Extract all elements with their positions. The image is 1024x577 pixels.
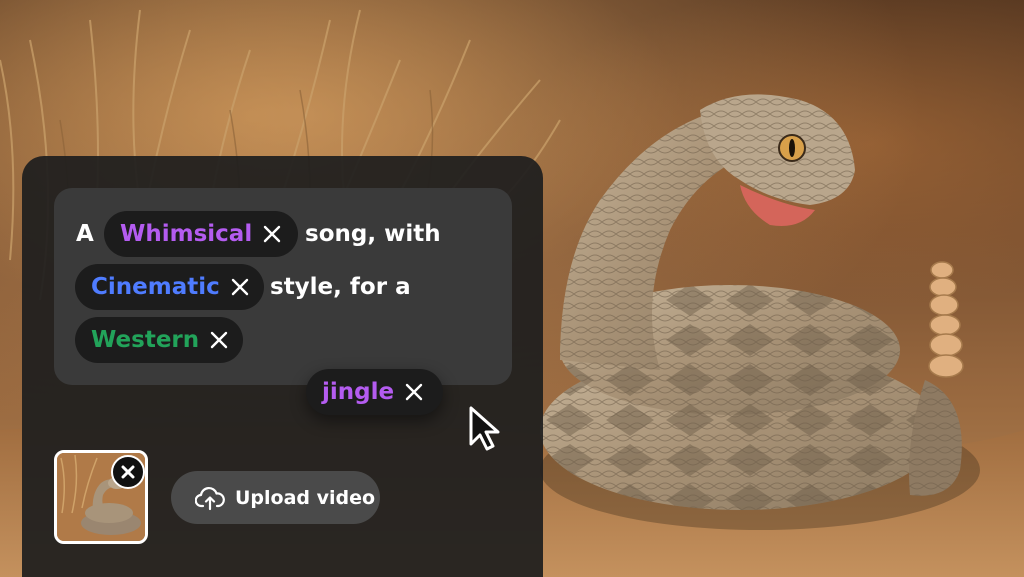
prompt-word: A [76,221,94,247]
close-x-icon[interactable] [230,277,250,297]
tag-label: jingle [322,379,395,405]
tag-label: Cinematic [91,274,220,300]
close-x-icon[interactable] [209,330,229,350]
remove-media-button[interactable] [111,455,145,489]
tag-whimsical[interactable]: Whimsical [104,211,298,257]
close-circle-icon [121,465,135,479]
upload-video-label: Upload video [235,486,376,509]
tag-label: Western [91,327,200,353]
close-x-icon[interactable] [262,224,282,244]
prompt-word: song, with [305,221,441,247]
tag-western[interactable]: Western [75,317,243,363]
tag-jingle-dragging[interactable]: jingle [306,369,443,415]
cloud-upload-icon [194,485,225,511]
upload-video-button[interactable]: Upload video [171,471,380,524]
tag-label: Whimsical [120,221,253,247]
arrow-pointer-icon [467,404,503,452]
close-x-icon[interactable] [404,382,424,402]
prompt-word: style, for a [270,274,411,300]
tag-cinematic[interactable]: Cinematic [75,264,264,310]
